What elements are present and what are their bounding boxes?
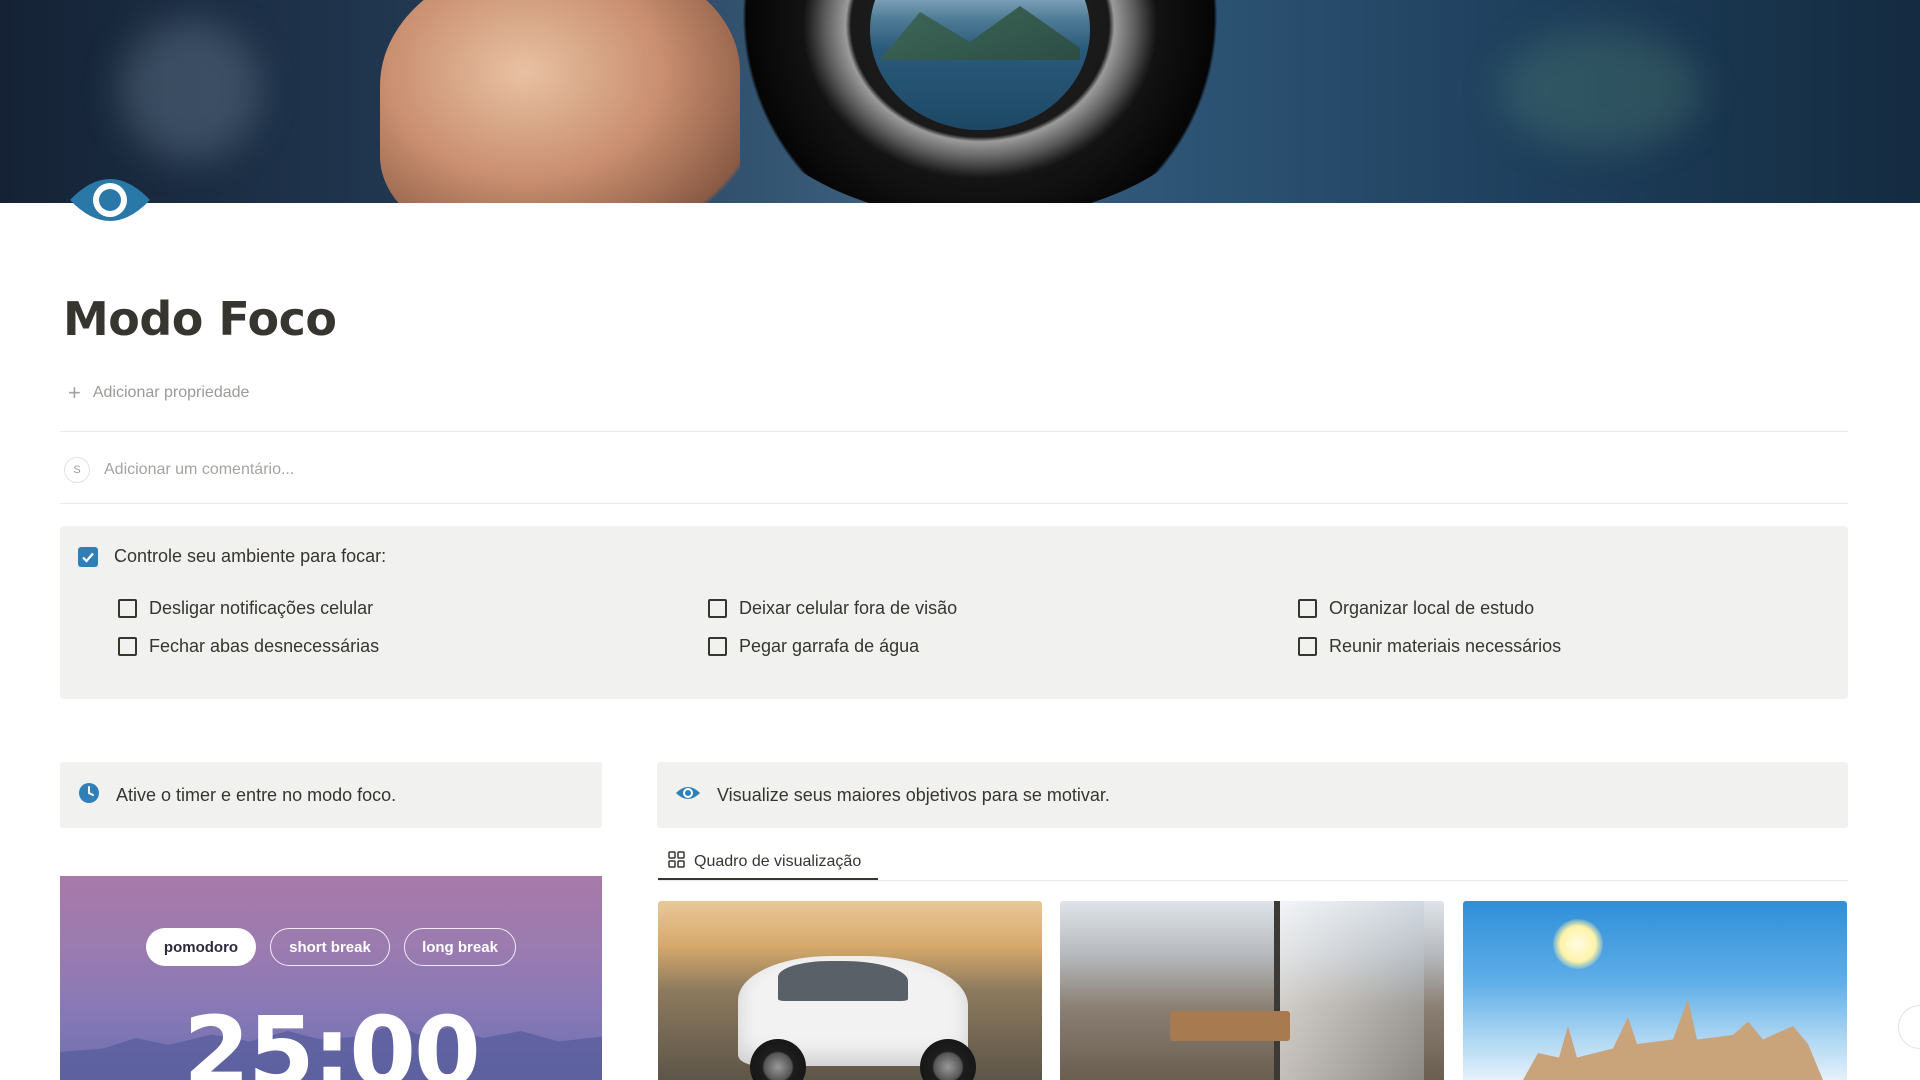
add-property-button[interactable]: + Adicionar propriedade (68, 382, 249, 404)
page-cover-image (0, 0, 1920, 203)
checkbox[interactable] (708, 599, 727, 618)
timer-callout-text: Ative o timer e entre no modo foco. (116, 784, 397, 805)
plus-icon: + (68, 380, 81, 405)
todo-label: Pegar garrafa de água (739, 636, 920, 656)
pomodoro-mode-button[interactable]: pomodoro (146, 928, 256, 966)
clock-icon (78, 782, 100, 809)
todo-item[interactable]: Organizar local de estudo (1298, 598, 1534, 619)
eye-icon (675, 784, 701, 807)
todo-label: Deixar celular fora de visão (739, 598, 958, 618)
checkbox[interactable] (1298, 599, 1317, 618)
checkbox[interactable] (708, 637, 727, 656)
add-property-label: Adicionar propriedade (92, 384, 250, 401)
gallery-card-car[interactable] (658, 901, 1042, 1080)
checkbox[interactable] (118, 637, 137, 656)
scroll-button[interactable] (1898, 1005, 1920, 1049)
todo-label: Fechar abas desnecessárias (149, 636, 380, 656)
short-break-button[interactable]: short break (270, 928, 390, 966)
divider (60, 431, 1848, 432)
gallery-grid-icon (668, 851, 685, 873)
checkbox-checked-icon[interactable] (78, 546, 98, 567)
gallery-card-apartment[interactable] (1060, 901, 1444, 1080)
todo-item[interactable]: Fechar abas desnecessárias (118, 636, 379, 657)
todo-label: Desligar notificações celular (149, 598, 374, 618)
page-title[interactable]: Modo Foco (63, 292, 337, 346)
tab-gallery-view[interactable]: Quadro de visualização (658, 844, 871, 880)
tab-divider (658, 880, 1848, 881)
checkbox[interactable] (118, 599, 137, 618)
gallery-card-travel[interactable] (1463, 901, 1847, 1080)
todo-item[interactable]: Deixar celular fora de visão (708, 598, 957, 619)
tab-label: Quadro de visualização (694, 853, 862, 870)
pomodoro-timer-embed[interactable]: pomodoro short break long break 25:00 (60, 876, 602, 1080)
comment-input[interactable]: S Adicionar um comentário... (64, 457, 294, 483)
timer-display: 25:00 (183, 996, 481, 1080)
long-break-button[interactable]: long break (404, 928, 516, 966)
todo-item[interactable]: Pegar garrafa de água (708, 636, 919, 657)
todo-label: Organizar local de estudo (1329, 598, 1535, 618)
focus-environment-callout: Controle seu ambiente para focar: Deslig… (60, 526, 1848, 699)
callout-heading: Controle seu ambiente para focar: (114, 546, 387, 566)
todo-item[interactable]: Reunir materiais necessários (1298, 636, 1561, 657)
comment-placeholder: Adicionar um comentário... (104, 461, 295, 478)
checkbox[interactable] (1298, 637, 1317, 656)
eye-icon[interactable] (68, 170, 152, 230)
todo-item[interactable]: Desligar notificações celular (118, 598, 373, 619)
timer-callout: Ative o timer e entre no modo foco. (60, 762, 602, 828)
goals-callout-text: Visualize seus maiores objetivos para se… (717, 784, 1110, 805)
todo-label: Reunir materiais necessários (1329, 636, 1562, 656)
active-tab-indicator (658, 878, 878, 880)
divider (60, 503, 1848, 504)
goals-callout: Visualize seus maiores objetivos para se… (657, 762, 1848, 828)
avatar: S (64, 457, 90, 483)
